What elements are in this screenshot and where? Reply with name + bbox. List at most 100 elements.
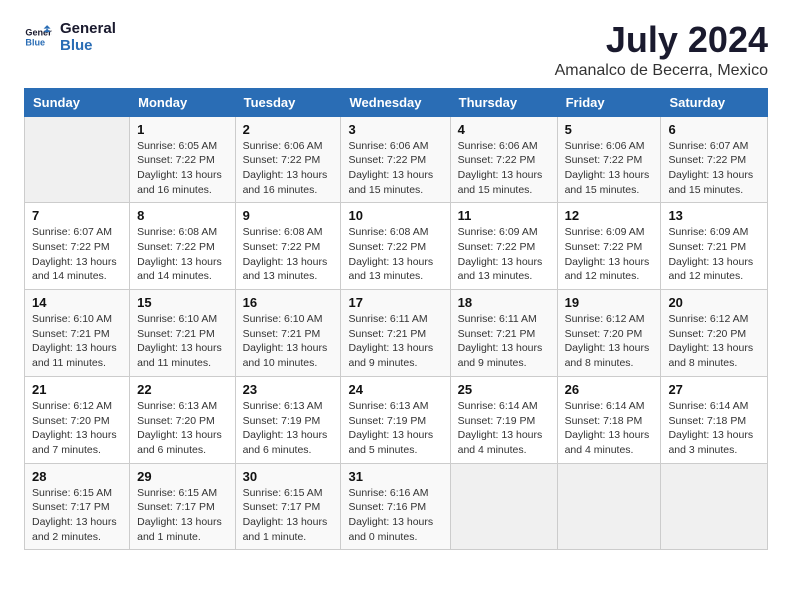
day-number: 12 bbox=[565, 208, 654, 223]
calendar-cell: 2Sunrise: 6:06 AM Sunset: 7:22 PM Daylig… bbox=[235, 116, 341, 203]
logo: General Blue General Blue bbox=[24, 20, 116, 54]
day-info: Sunrise: 6:08 AM Sunset: 7:22 PM Dayligh… bbox=[348, 225, 442, 284]
calendar-week-row: 28Sunrise: 6:15 AM Sunset: 7:17 PM Dayli… bbox=[25, 463, 768, 550]
svg-text:General: General bbox=[25, 28, 52, 38]
day-info: Sunrise: 6:07 AM Sunset: 7:22 PM Dayligh… bbox=[668, 139, 760, 198]
day-info: Sunrise: 6:13 AM Sunset: 7:19 PM Dayligh… bbox=[348, 399, 442, 458]
day-info: Sunrise: 6:15 AM Sunset: 7:17 PM Dayligh… bbox=[32, 486, 122, 545]
calendar-cell: 16 Sunrise: 6:10 AM Sunset: 7:21 PM Dayli… bbox=[235, 290, 341, 377]
day-number: 19 bbox=[565, 295, 654, 310]
calendar-header: SundayMondayTuesdayWednesdayThursdayFrid… bbox=[25, 88, 768, 116]
day-number: 29 bbox=[137, 469, 227, 484]
main-title: July 2024 bbox=[555, 20, 768, 60]
calendar-cell: 28Sunrise: 6:15 AM Sunset: 7:17 PM Dayli… bbox=[25, 463, 130, 550]
svg-text:Blue: Blue bbox=[25, 37, 45, 47]
calendar-week-row: 14 Sunrise: 6:10 AM Sunset: 7:21 PM Dayli… bbox=[25, 290, 768, 377]
day-number: 18 bbox=[458, 295, 550, 310]
day-info: Sunrise: 6:06 AM Sunset: 7:22 PM Dayligh… bbox=[565, 139, 654, 198]
day-number: 24 bbox=[348, 382, 442, 397]
day-info: Sunrise: 6:14 AM Sunset: 7:18 PM Dayligh… bbox=[668, 399, 760, 458]
weekday-header: Thursday bbox=[450, 88, 557, 116]
day-number: 31 bbox=[348, 469, 442, 484]
day-number: 10 bbox=[348, 208, 442, 223]
calendar-week-row: 1Sunrise: 6:05 AM Sunset: 7:22 PM Daylig… bbox=[25, 116, 768, 203]
calendar-cell: 7Sunrise: 6:07 AM Sunset: 7:22 PM Daylig… bbox=[25, 203, 130, 290]
subtitle: Amanalco de Becerra, Mexico bbox=[555, 62, 768, 80]
day-info: Sunrise: 6:12 AM Sunset: 7:20 PM Dayligh… bbox=[565, 312, 654, 371]
day-info: Sunrise: 6:13 AM Sunset: 7:20 PM Dayligh… bbox=[137, 399, 227, 458]
day-info: Sunrise: 6:12 AM Sunset: 7:20 PM Dayligh… bbox=[32, 399, 122, 458]
day-number: 3 bbox=[348, 122, 442, 137]
calendar-cell: 31 Sunrise: 6:16 AM Sunset: 7:16 PM Dayli… bbox=[341, 463, 450, 550]
calendar-cell: 23 Sunrise: 6:13 AM Sunset: 7:19 PM Dayli… bbox=[235, 376, 341, 463]
calendar-week-row: 7Sunrise: 6:07 AM Sunset: 7:22 PM Daylig… bbox=[25, 203, 768, 290]
day-info: Sunrise: 6:10 AM Sunset: 7:21 PM Dayligh… bbox=[243, 312, 334, 371]
day-info: Sunrise: 6:09 AM Sunset: 7:21 PM Dayligh… bbox=[668, 225, 760, 284]
day-number: 2 bbox=[243, 122, 334, 137]
calendar-cell: 18 Sunrise: 6:11 AM Sunset: 7:21 PM Dayli… bbox=[450, 290, 557, 377]
day-number: 20 bbox=[668, 295, 760, 310]
calendar-cell bbox=[25, 116, 130, 203]
logo-line1: General bbox=[60, 20, 116, 37]
calendar-cell: 26 Sunrise: 6:14 AM Sunset: 7:18 PM Dayli… bbox=[557, 376, 661, 463]
calendar-cell: 3Sunrise: 6:06 AM Sunset: 7:22 PM Daylig… bbox=[341, 116, 450, 203]
day-number: 5 bbox=[565, 122, 654, 137]
calendar-cell: 17 Sunrise: 6:11 AM Sunset: 7:21 PM Dayli… bbox=[341, 290, 450, 377]
day-number: 4 bbox=[458, 122, 550, 137]
calendar-cell: 8Sunrise: 6:08 AM Sunset: 7:22 PM Daylig… bbox=[130, 203, 235, 290]
day-info: Sunrise: 6:14 AM Sunset: 7:18 PM Dayligh… bbox=[565, 399, 654, 458]
weekday-header: Saturday bbox=[661, 88, 768, 116]
calendar-cell: 15Sunrise: 6:10 AM Sunset: 7:21 PM Dayli… bbox=[130, 290, 235, 377]
calendar-cell: 14 Sunrise: 6:10 AM Sunset: 7:21 PM Dayli… bbox=[25, 290, 130, 377]
calendar-week-row: 21 Sunrise: 6:12 AM Sunset: 7:20 PM Dayli… bbox=[25, 376, 768, 463]
day-number: 15 bbox=[137, 295, 227, 310]
title-section: July 2024 Amanalco de Becerra, Mexico bbox=[555, 20, 768, 80]
day-info: Sunrise: 6:10 AM Sunset: 7:21 PM Dayligh… bbox=[32, 312, 122, 371]
day-number: 9 bbox=[243, 208, 334, 223]
weekday-header: Monday bbox=[130, 88, 235, 116]
day-info: Sunrise: 6:11 AM Sunset: 7:21 PM Dayligh… bbox=[348, 312, 442, 371]
day-number: 21 bbox=[32, 382, 122, 397]
calendar-table: SundayMondayTuesdayWednesdayThursdayFrid… bbox=[24, 88, 768, 551]
weekday-header: Sunday bbox=[25, 88, 130, 116]
day-info: Sunrise: 6:15 AM Sunset: 7:17 PM Dayligh… bbox=[137, 486, 227, 545]
day-number: 1 bbox=[137, 122, 227, 137]
day-info: Sunrise: 6:15 AM Sunset: 7:17 PM Dayligh… bbox=[243, 486, 334, 545]
day-number: 23 bbox=[243, 382, 334, 397]
weekday-header: Tuesday bbox=[235, 88, 341, 116]
page-header: General Blue General Blue July 2024 Aman… bbox=[24, 20, 768, 80]
day-info: Sunrise: 6:13 AM Sunset: 7:19 PM Dayligh… bbox=[243, 399, 334, 458]
calendar-cell: 22Sunrise: 6:13 AM Sunset: 7:20 PM Dayli… bbox=[130, 376, 235, 463]
calendar-cell: 10 Sunrise: 6:08 AM Sunset: 7:22 PM Dayli… bbox=[341, 203, 450, 290]
calendar-cell bbox=[450, 463, 557, 550]
calendar-cell: 24 Sunrise: 6:13 AM Sunset: 7:19 PM Dayli… bbox=[341, 376, 450, 463]
day-number: 8 bbox=[137, 208, 227, 223]
day-number: 30 bbox=[243, 469, 334, 484]
day-number: 26 bbox=[565, 382, 654, 397]
day-info: Sunrise: 6:08 AM Sunset: 7:22 PM Dayligh… bbox=[243, 225, 334, 284]
day-number: 25 bbox=[458, 382, 550, 397]
day-info: Sunrise: 6:14 AM Sunset: 7:19 PM Dayligh… bbox=[458, 399, 550, 458]
day-info: Sunrise: 6:12 AM Sunset: 7:20 PM Dayligh… bbox=[668, 312, 760, 371]
calendar-cell: 9 Sunrise: 6:08 AM Sunset: 7:22 PM Daylig… bbox=[235, 203, 341, 290]
logo-icon: General Blue bbox=[24, 23, 52, 51]
day-number: 16 bbox=[243, 295, 334, 310]
day-info: Sunrise: 6:11 AM Sunset: 7:21 PM Dayligh… bbox=[458, 312, 550, 371]
calendar-cell: 12Sunrise: 6:09 AM Sunset: 7:22 PM Dayli… bbox=[557, 203, 661, 290]
day-number: 13 bbox=[668, 208, 760, 223]
calendar-cell: 1Sunrise: 6:05 AM Sunset: 7:22 PM Daylig… bbox=[130, 116, 235, 203]
day-info: Sunrise: 6:07 AM Sunset: 7:22 PM Dayligh… bbox=[32, 225, 122, 284]
weekday-header: Friday bbox=[557, 88, 661, 116]
calendar-cell: 5 Sunrise: 6:06 AM Sunset: 7:22 PM Daylig… bbox=[557, 116, 661, 203]
calendar-cell: 30 Sunrise: 6:15 AM Sunset: 7:17 PM Dayli… bbox=[235, 463, 341, 550]
day-number: 17 bbox=[348, 295, 442, 310]
calendar-cell: 6Sunrise: 6:07 AM Sunset: 7:22 PM Daylig… bbox=[661, 116, 768, 203]
day-number: 14 bbox=[32, 295, 122, 310]
calendar-cell: 13 Sunrise: 6:09 AM Sunset: 7:21 PM Dayli… bbox=[661, 203, 768, 290]
day-number: 11 bbox=[458, 208, 550, 223]
day-info: Sunrise: 6:06 AM Sunset: 7:22 PM Dayligh… bbox=[458, 139, 550, 198]
calendar-cell: 21 Sunrise: 6:12 AM Sunset: 7:20 PM Dayli… bbox=[25, 376, 130, 463]
day-info: Sunrise: 6:16 AM Sunset: 7:16 PM Dayligh… bbox=[348, 486, 442, 545]
calendar-cell: 19 Sunrise: 6:12 AM Sunset: 7:20 PM Dayli… bbox=[557, 290, 661, 377]
calendar-cell: 11Sunrise: 6:09 AM Sunset: 7:22 PM Dayli… bbox=[450, 203, 557, 290]
